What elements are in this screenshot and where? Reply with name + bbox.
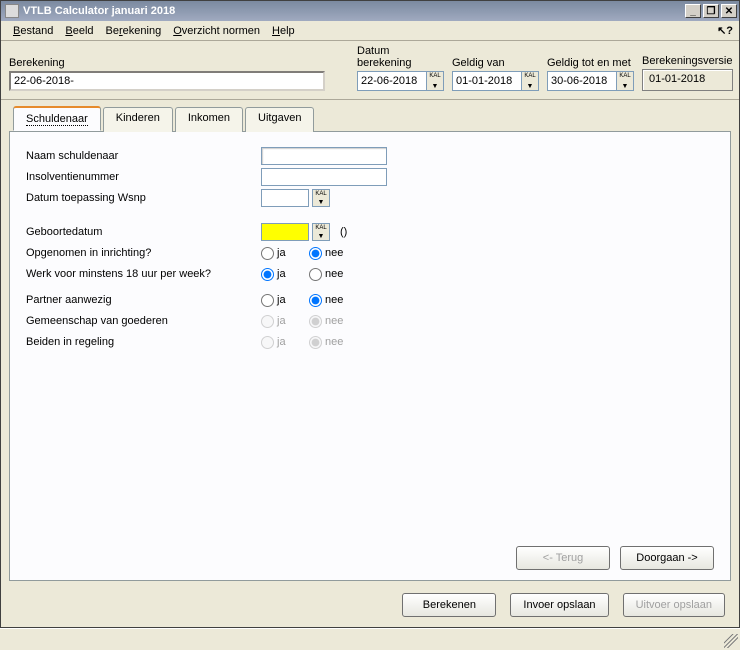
tab-kinderen[interactable]: Kinderen	[103, 107, 173, 132]
menu-berekening[interactable]: Berekening	[100, 23, 168, 39]
berekening-input[interactable]	[9, 71, 325, 91]
opgenomen-label: Opgenomen in inrichting?	[26, 247, 261, 259]
tab-schuldenaar[interactable]: Schuldenaar	[13, 106, 101, 131]
beiden-nee-radio	[309, 336, 322, 349]
insolventienummer-label: Insolventienummer	[26, 171, 261, 183]
calendar-icon[interactable]	[312, 223, 330, 241]
app-icon	[5, 4, 19, 18]
top-fields: Berekening Datum berekening Geldig van G…	[1, 41, 739, 100]
close-button[interactable]: ✕	[721, 4, 737, 18]
menu-beeld[interactable]: Beeld	[59, 23, 99, 39]
berekening-label: Berekening	[9, 57, 349, 69]
datum-berekening-input[interactable]	[357, 71, 427, 91]
maximize-button[interactable]: ❐	[703, 4, 719, 18]
berekeningsversie-label: Berekeningsversie	[642, 55, 733, 67]
gemeenschap-radio-group: ja nee	[261, 315, 353, 328]
partner-radio-group: ja nee	[261, 294, 353, 307]
gemeenschap-ja-radio	[261, 315, 274, 328]
tab-panel-schuldenaar: Naam schuldenaar Insolventienummer Datum…	[9, 131, 731, 581]
bottom-bar: Berekenen Invoer opslaan Uitvoer opslaan	[1, 587, 739, 627]
partner-ja-radio[interactable]	[261, 294, 274, 307]
datum-wsnp-label: Datum toepassing Wsnp	[26, 192, 261, 204]
terug-button: <- Terug	[516, 546, 610, 570]
geldig-van-label: Geldig van	[452, 57, 539, 69]
opgenomen-ja-radio[interactable]	[261, 247, 274, 260]
geldig-tot-label: Geldig tot en met	[547, 57, 634, 69]
tabstrip: Schuldenaar Kinderen Inkomen Uitgaven	[1, 100, 739, 131]
resize-grip-icon[interactable]	[724, 634, 738, 648]
opgenomen-nee-radio[interactable]	[309, 247, 322, 260]
naam-schuldenaar-input[interactable]	[261, 147, 387, 165]
geldig-tot-input[interactable]	[547, 71, 617, 91]
werk18-nee-radio[interactable]	[309, 268, 322, 281]
beiden-label: Beiden in regeling	[26, 336, 261, 348]
calendar-icon[interactable]	[426, 71, 444, 91]
gemeenschap-label: Gemeenschap van goederen	[26, 315, 261, 327]
berekeningsversie-value: 01-01-2018	[642, 69, 733, 91]
tab-uitgaven[interactable]: Uitgaven	[245, 107, 314, 132]
partner-nee-radio[interactable]	[309, 294, 322, 307]
calendar-icon[interactable]	[521, 71, 539, 91]
age-display: ()	[340, 226, 347, 238]
geldig-van-input[interactable]	[452, 71, 522, 91]
context-help-icon[interactable]: ↖?	[713, 24, 733, 37]
geboortedatum-label: Geboortedatum	[26, 226, 261, 238]
app-window: VTLB Calculator januari 2018 _ ❐ ✕ Besta…	[0, 0, 740, 628]
calendar-icon[interactable]	[616, 71, 634, 91]
werk18-ja-radio[interactable]	[261, 268, 274, 281]
uitvoer-opslaan-button: Uitvoer opslaan	[623, 593, 725, 617]
datum-wsnp-input[interactable]	[261, 189, 309, 207]
tab-inkomen[interactable]: Inkomen	[175, 107, 243, 132]
partner-label: Partner aanwezig	[26, 294, 261, 306]
menu-overzicht[interactable]: Overzicht normen	[167, 23, 266, 39]
naam-schuldenaar-label: Naam schuldenaar	[26, 150, 261, 162]
beiden-ja-radio	[261, 336, 274, 349]
menu-help[interactable]: Help	[266, 23, 301, 39]
berekenen-button[interactable]: Berekenen	[402, 593, 496, 617]
datum-berekening-label: Datum berekening	[357, 45, 444, 69]
invoer-opslaan-button[interactable]: Invoer opslaan	[510, 593, 608, 617]
statusbar	[0, 628, 740, 650]
opgenomen-radio-group: ja nee	[261, 247, 353, 260]
doorgaan-button[interactable]: Doorgaan ->	[620, 546, 714, 570]
menu-bestand[interactable]: Bestand	[7, 23, 59, 39]
panel-footer: <- Terug Doorgaan ->	[26, 538, 714, 570]
werk18-radio-group: ja nee	[261, 268, 353, 281]
minimize-button[interactable]: _	[685, 4, 701, 18]
window-title: VTLB Calculator januari 2018	[23, 5, 685, 17]
geboortedatum-input[interactable]	[261, 223, 309, 241]
gemeenschap-nee-radio	[309, 315, 322, 328]
menubar: Bestand Beeld Berekening Overzicht norme…	[1, 21, 739, 41]
werk18-label: Werk voor minstens 18 uur per week?	[26, 268, 261, 280]
titlebar: VTLB Calculator januari 2018 _ ❐ ✕	[1, 1, 739, 21]
insolventienummer-input[interactable]	[261, 168, 387, 186]
calendar-icon[interactable]	[312, 189, 330, 207]
beiden-radio-group: ja nee	[261, 336, 353, 349]
